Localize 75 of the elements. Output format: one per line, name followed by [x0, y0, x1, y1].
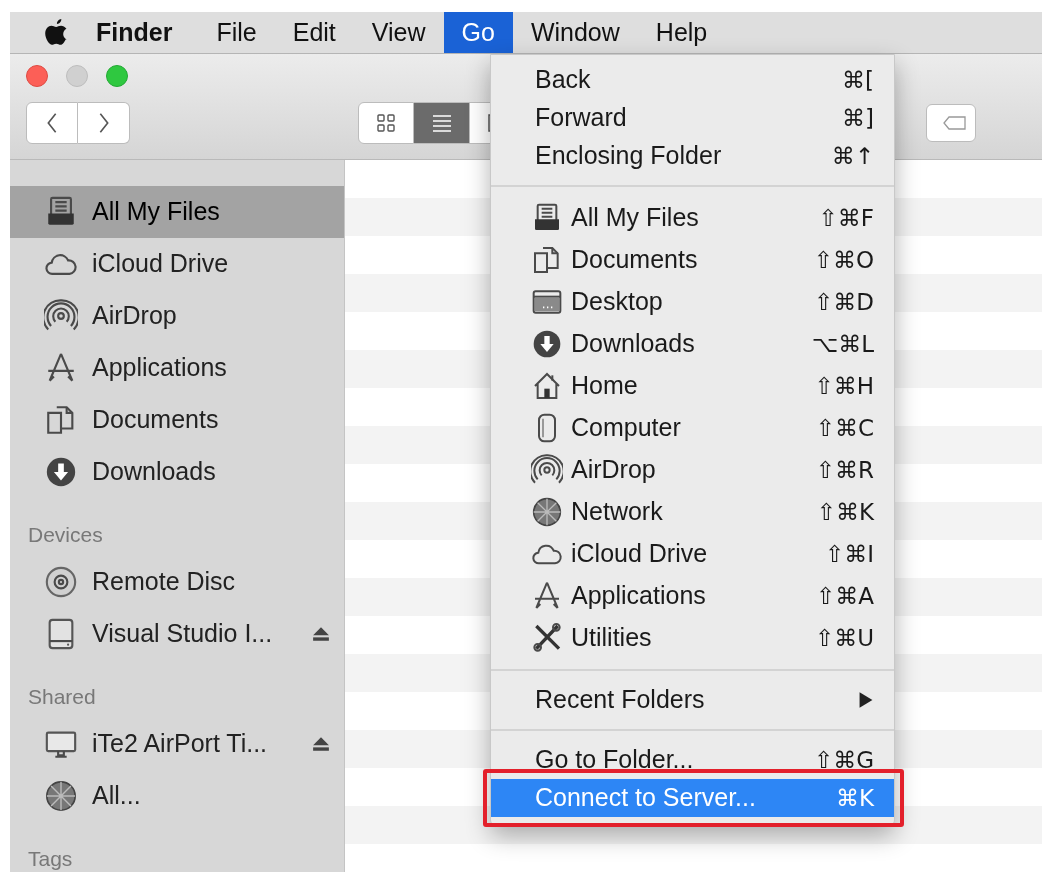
- menu-item[interactable]: Applications ⇧⌘A: [491, 575, 894, 617]
- menu-item[interactable]: Back ⌘[: [491, 61, 894, 99]
- sidebar-item[interactable]: iCloud Drive: [10, 238, 344, 290]
- menu-bar-item[interactable]: Help: [637, 12, 726, 53]
- sidebar-item[interactable]: All...: [10, 770, 344, 822]
- menu-item[interactable]: iCloud Drive ⇧⌘I: [491, 533, 894, 575]
- chevron-right-icon: [97, 112, 110, 134]
- menu-item[interactable]: Go to Folder... ⇧⌘G: [491, 741, 894, 779]
- download-icon: [44, 455, 78, 489]
- view-mode-button[interactable]: [358, 102, 414, 144]
- sidebar-heading: Tags: [27, 846, 74, 872]
- signal-rings-icon: [531, 454, 563, 486]
- keyboard-shortcut: ⇧⌘A: [816, 581, 874, 611]
- grid-icon: [376, 113, 396, 133]
- disc-icon: [44, 565, 78, 599]
- menu-item[interactable]: Connect to Server... ⌘K: [491, 779, 894, 817]
- tag-icon: [943, 116, 967, 130]
- menu-bar-item[interactable]: Edit: [274, 12, 354, 53]
- keyboard-shortcut: ⌘↑: [831, 141, 874, 171]
- keyboard-shortcut: ⌘[: [842, 65, 874, 95]
- sidebar-item[interactable]: Remote Disc: [10, 556, 344, 608]
- keyboard-shortcut: ⌘K: [835, 783, 874, 813]
- menu-item[interactable]: Enclosing Folder ⌘↑: [491, 137, 894, 175]
- menu-item[interactable]: Utilities ⇧⌘U: [491, 617, 894, 659]
- globe-icon: [44, 779, 78, 813]
- tag-button[interactable]: [926, 104, 976, 142]
- wrench-screwdriver-icon: [531, 622, 563, 654]
- download-icon: [531, 328, 563, 360]
- menu-bar-item[interactable]: View: [353, 12, 444, 53]
- forward-button[interactable]: [78, 102, 130, 144]
- list-icon: [431, 113, 452, 133]
- keyboard-shortcut: ⇧⌘U: [814, 623, 874, 653]
- menu-item[interactable]: All My Files ⇧⌘F: [491, 197, 894, 239]
- sidebar-heading: Shared: [27, 684, 97, 710]
- zoom-window-button[interactable]: [106, 65, 128, 87]
- back-button[interactable]: [26, 102, 78, 144]
- sidebar-item[interactable]: Documents: [10, 394, 344, 446]
- keyboard-shortcut: ⌥⌘L: [811, 329, 874, 359]
- menu-item[interactable]: Recent Folders: [491, 681, 894, 719]
- menu-item[interactable]: Desktop ⇧⌘D: [491, 281, 894, 323]
- keyboard-shortcut: ⇧⌘K: [816, 497, 874, 527]
- sidebar-item[interactable]: Downloads: [10, 446, 344, 498]
- keyboard-shortcut: ⇧⌘H: [814, 371, 874, 401]
- sidebar-item[interactable]: All My Files: [10, 186, 344, 238]
- globe-icon: [531, 496, 563, 528]
- signal-rings-icon: [44, 299, 78, 333]
- eject-icon[interactable]: [312, 736, 330, 752]
- keyboard-shortcut: ⌘]: [842, 103, 874, 133]
- keyboard-shortcut: ⇧⌘F: [818, 203, 874, 233]
- sidebar-item[interactable]: Applications: [10, 342, 344, 394]
- close-window-button[interactable]: [26, 65, 48, 87]
- menu-item[interactable]: Documents ⇧⌘O: [491, 239, 894, 281]
- menu-item[interactable]: Computer ⇧⌘C: [491, 407, 894, 449]
- keyboard-shortcut: ⇧⌘O: [813, 245, 874, 275]
- keyboard-shortcut: ⇧⌘C: [815, 413, 874, 443]
- eject-icon[interactable]: [312, 626, 330, 642]
- menu-bar-item[interactable]: Window: [512, 12, 638, 53]
- menu-item[interactable]: Downloads ⌥⌘L: [491, 323, 894, 365]
- chevron-left-icon: [46, 112, 58, 134]
- sidebar-heading: Devices: [27, 522, 104, 548]
- menu-item[interactable]: Forward ⌘]: [491, 99, 894, 137]
- keyboard-shortcut: ⇧⌘I: [824, 539, 874, 569]
- menu-bar-item[interactable]: Go: [443, 12, 513, 53]
- menu-bar-item[interactable]: File: [198, 12, 275, 53]
- view-mode-button[interactable]: [414, 102, 470, 144]
- keyboard-shortcut: ⇧⌘G: [813, 745, 874, 775]
- sidebar-item[interactable]: Visual Studio I...: [10, 608, 344, 660]
- menu-item[interactable]: Network ⇧⌘K: [491, 491, 894, 533]
- sidebar-item[interactable]: iTe2 AirPort Ti...: [10, 718, 344, 770]
- keyboard-shortcut: ⇧⌘D: [814, 287, 874, 317]
- keyboard-shortcut: ⇧⌘R: [815, 455, 874, 485]
- menu-item[interactable]: AirDrop ⇧⌘R: [491, 449, 894, 491]
- menu-item[interactable]: Home ⇧⌘H: [491, 365, 894, 407]
- sidebar-item[interactable]: AirDrop: [10, 290, 344, 342]
- menu-bar-item[interactable]: Finder: [92, 12, 199, 53]
